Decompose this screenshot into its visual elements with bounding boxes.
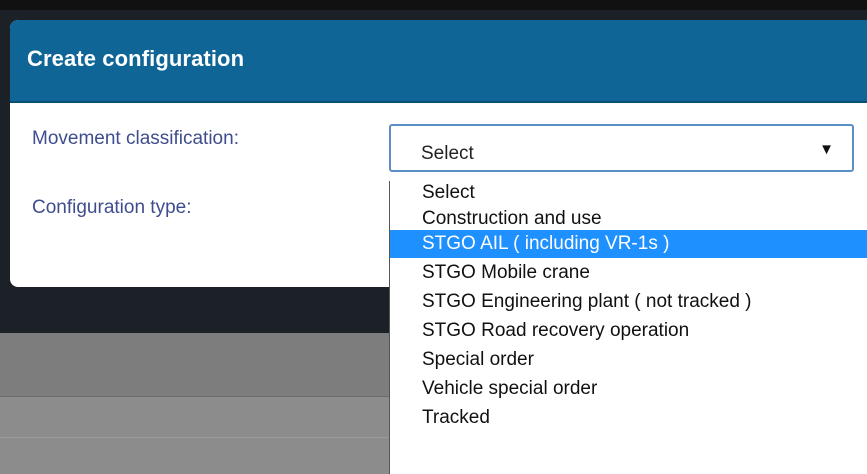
option-tracked[interactable]: Tracked bbox=[390, 406, 867, 429]
option-stgo-engineering-plant[interactable]: STGO Engineering plant ( not tracked ) bbox=[390, 290, 867, 313]
option-construction-and-use[interactable]: Construction and use bbox=[390, 207, 867, 230]
dialog-header: Create configuration bbox=[10, 20, 867, 103]
movement-classification-select[interactable]: Select ▼ bbox=[389, 124, 854, 172]
option-stgo-mobile-crane[interactable]: STGO Mobile crane bbox=[390, 261, 867, 284]
select-value: Select bbox=[421, 143, 474, 164]
option-stgo-ail[interactable]: STGO AIL ( including VR-1s ) bbox=[390, 230, 867, 258]
configuration-type-label: Configuration type: bbox=[32, 197, 192, 218]
movement-classification-options: Select Construction and use STGO AIL ( i… bbox=[389, 181, 867, 474]
option-vehicle-special-order[interactable]: Vehicle special order bbox=[390, 377, 867, 400]
option-select[interactable]: Select bbox=[390, 181, 867, 204]
movement-classification-label: Movement classification: bbox=[32, 128, 239, 149]
dropdown-triangle-icon: ▼ bbox=[819, 141, 834, 158]
dialog-title: Create configuration bbox=[27, 46, 245, 71]
top-strip bbox=[0, 0, 867, 10]
option-special-order[interactable]: Special order bbox=[390, 348, 867, 371]
option-stgo-road-recovery-operation[interactable]: STGO Road recovery operation bbox=[390, 319, 867, 342]
